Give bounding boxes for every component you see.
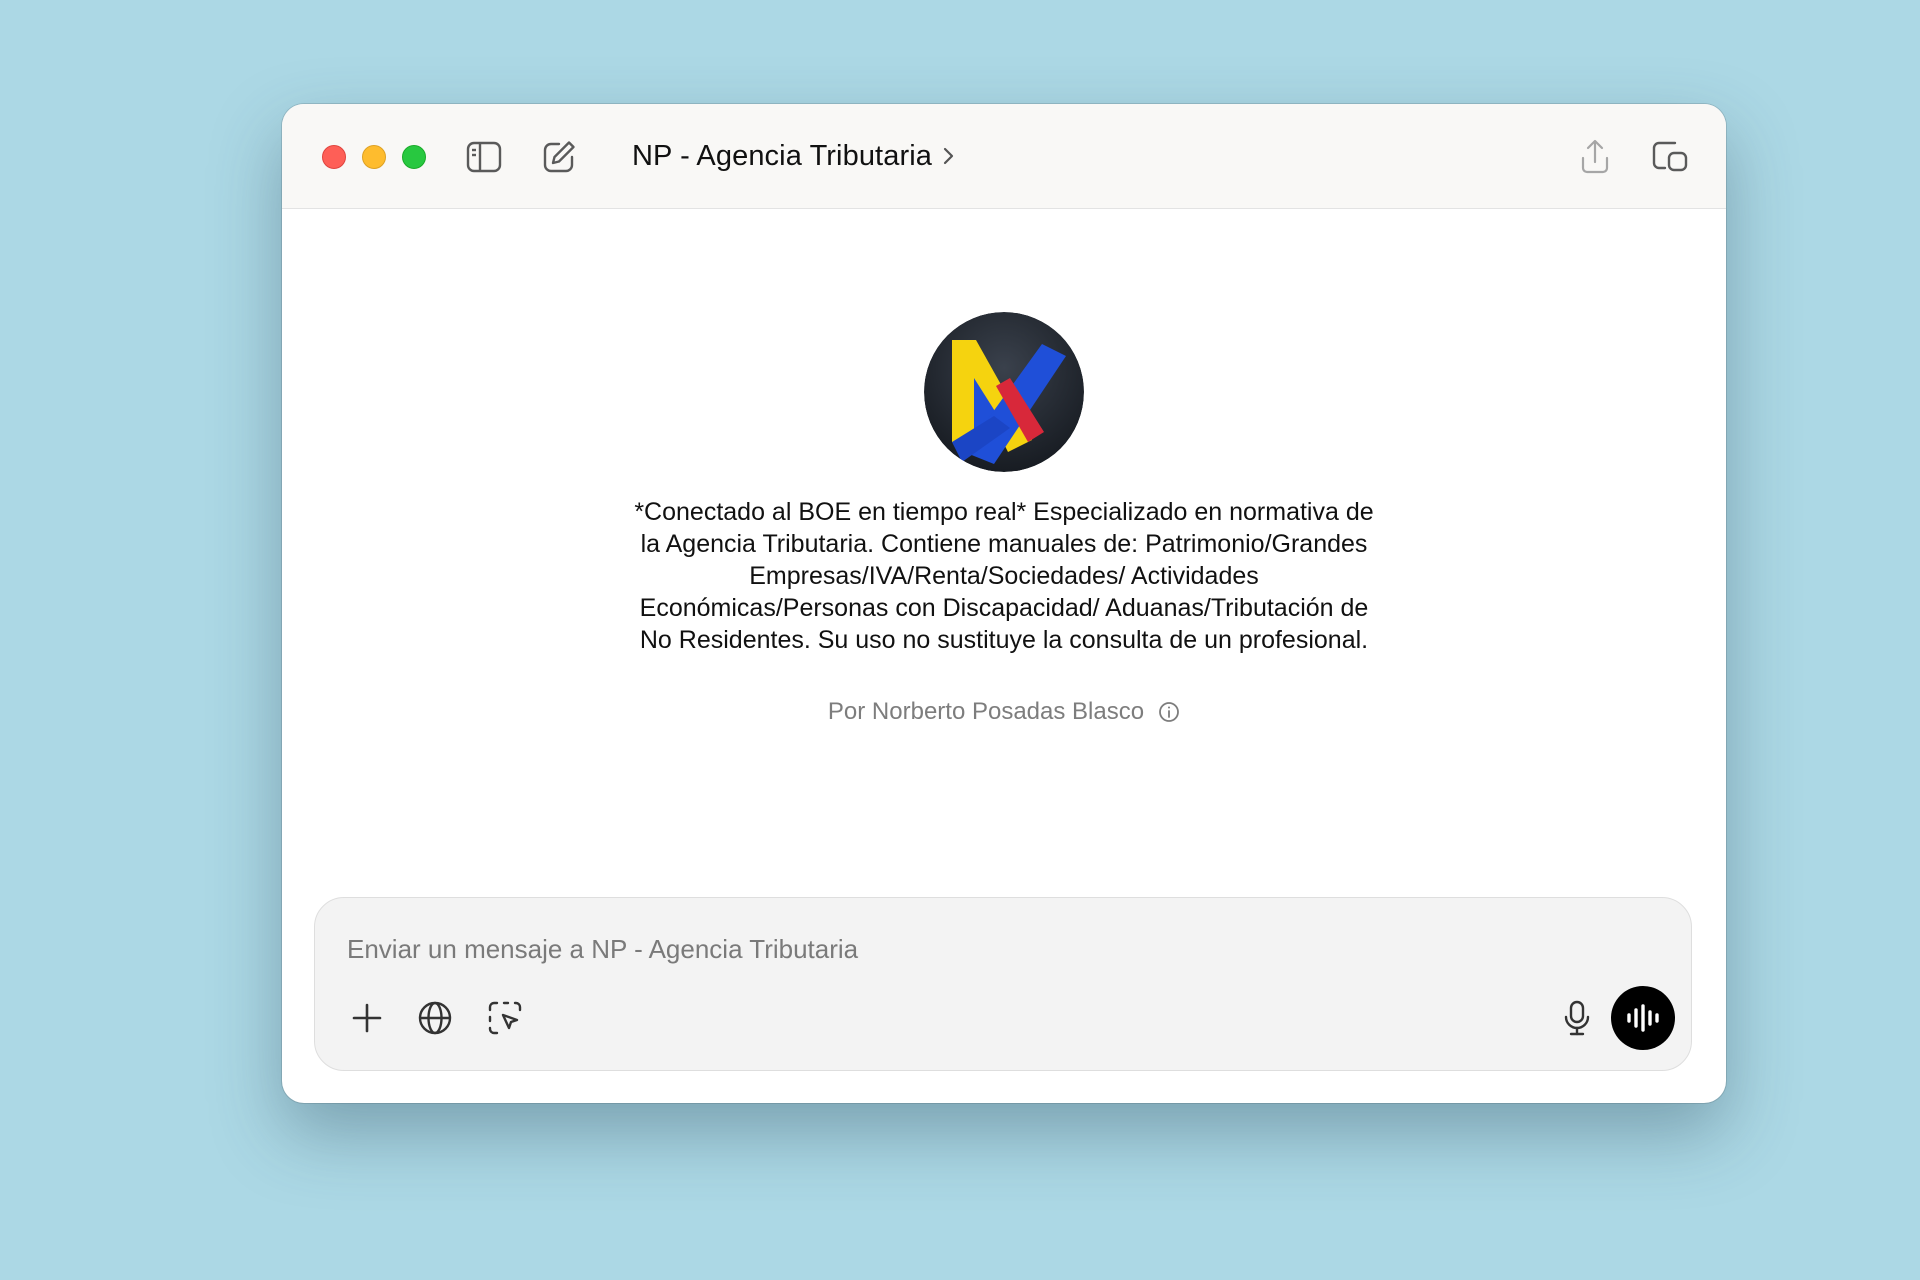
- message-composer: [314, 897, 1692, 1071]
- new-chat-icon[interactable]: [540, 138, 578, 176]
- microphone-icon[interactable]: [1555, 996, 1599, 1040]
- chevron-right-icon: [942, 146, 954, 166]
- voice-mode-button[interactable]: [1611, 986, 1675, 1050]
- app-window: NP - Agencia Tributaria *Conectado al BO…: [282, 104, 1726, 1103]
- plus-icon[interactable]: [345, 996, 389, 1040]
- author-name: Por Norberto Posadas Blasco: [827, 698, 1145, 725]
- window-title: NP - Agencia Tributaria: [632, 139, 932, 172]
- close-window-button[interactable]: [322, 145, 346, 169]
- chat-title-menu[interactable]: NP - Agencia Tributaria: [632, 134, 954, 178]
- minimize-window-button[interactable]: [362, 145, 386, 169]
- gpt-description: *Conectado al BOE en tiempo real* Especi…: [634, 498, 1374, 654]
- voice-waveform-icon: [1626, 1003, 1660, 1033]
- author-row: Por Norberto Posadas Blasco: [282, 698, 1726, 726]
- new-window-icon[interactable]: [1651, 138, 1689, 176]
- titlebar: NP - Agencia Tributaria: [282, 104, 1726, 209]
- info-icon[interactable]: [1158, 701, 1180, 723]
- maximize-window-button[interactable]: [402, 145, 426, 169]
- message-input[interactable]: [345, 928, 1449, 970]
- globe-icon[interactable]: [413, 996, 457, 1040]
- gpt-logo: [924, 312, 1084, 472]
- select-region-icon[interactable]: [483, 996, 527, 1040]
- sidebar-toggle-icon[interactable]: [465, 138, 503, 176]
- share-icon[interactable]: [1576, 138, 1614, 176]
